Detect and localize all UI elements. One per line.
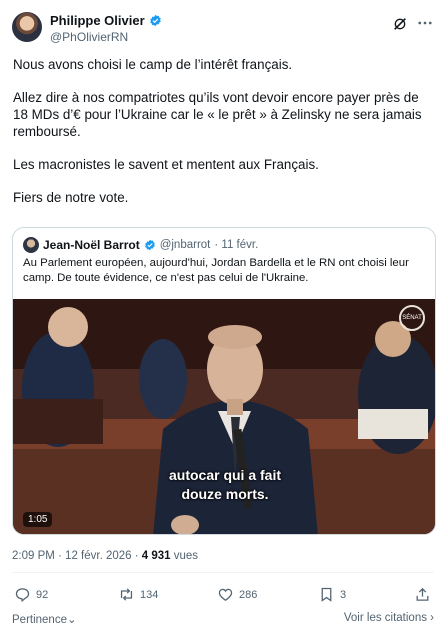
grok-icon[interactable]: [392, 16, 408, 32]
views-count: 4 931: [141, 550, 171, 562]
divider: [12, 572, 434, 573]
quoted-handle: @jnbarrot: [159, 239, 211, 251]
quoted-avatar: [23, 237, 39, 253]
tweet: Philippe Olivier @PhOlivierRN Nous avons…: [0, 0, 446, 637]
repost-count: 134: [140, 588, 159, 601]
repost-button[interactable]: 134: [118, 586, 158, 603]
tweet-paragraph: Fiers de notre vote.: [13, 190, 129, 205]
bookmark-icon: [321, 587, 332, 602]
quoted-tweet[interactable]: Jean-Noël Barrot @jnbarrot · 11 févr. Au…: [12, 227, 436, 535]
quoted-date: · 11 févr.: [214, 239, 259, 251]
more-icon[interactable]: [416, 14, 434, 32]
tweet-meta: 2:09 PM · 12 févr. 2026 · 4 931 vues: [12, 550, 198, 562]
subtitle-line: autocar qui a fait: [168, 467, 282, 483]
reply-icon: [15, 588, 30, 603]
share-icon: [416, 587, 429, 601]
verified-icon: [144, 239, 155, 251]
author-name[interactable]: Philippe Olivier: [50, 13, 145, 28]
senat-logo: SÉNAT: [399, 305, 425, 331]
like-count: 286: [239, 588, 258, 601]
like-button[interactable]: 286: [217, 586, 257, 603]
author-handle[interactable]: @PhOlivierRN: [50, 30, 128, 44]
tweet-paragraph: Les macronistes le savent et mentent aux…: [13, 157, 319, 172]
video-player[interactable]: SÉNAT autocar qui a fait douze morts. 1:…: [13, 299, 435, 534]
video-duration: 1:05: [23, 512, 53, 527]
tweet-paragraph: Nous avons choisi le camp de l’intérêt f…: [13, 57, 293, 72]
bookmark-count: 3: [340, 588, 347, 601]
like-icon: [218, 588, 233, 601]
chevron-down-icon: ⌄: [66, 614, 77, 626]
timestamp[interactable]: 2:09 PM · 12 févr. 2026 ·: [12, 550, 142, 562]
sort-dropdown[interactable]: Pertinence⌄: [12, 612, 77, 626]
views-label: vues: [170, 550, 199, 562]
reply-count: 92: [36, 588, 49, 601]
bookmark-button[interactable]: 3: [318, 586, 346, 603]
view-quotes-link[interactable]: Voir les citations ›: [344, 612, 434, 624]
repost-icon: [120, 588, 133, 601]
tweet-paragraph: Allez dire à nos compatriotes qu’ils von…: [13, 90, 422, 139]
tweet-text: Nous avons choisi le camp de l’intérêt f…: [13, 56, 433, 222]
reply-button[interactable]: 92: [14, 586, 48, 603]
video-subtitle: autocar qui a fait douze morts.: [13, 466, 435, 504]
share-button[interactable]: [414, 586, 431, 603]
quoted-name: Jean-Noël Barrot: [43, 238, 140, 252]
subtitle-line: douze morts.: [181, 486, 269, 502]
avatar[interactable]: [12, 12, 42, 42]
tweet-header: Philippe Olivier @PhOlivierRN: [12, 10, 434, 46]
author-name-row: Philippe Olivier: [50, 13, 162, 28]
quoted-text: Au Parlement européen, aujourd'hui, Jord…: [23, 257, 409, 284]
action-bar: 92 134 286 3: [12, 586, 434, 606]
verified-icon: [149, 14, 161, 27]
sort-label: Pertinence: [12, 614, 67, 626]
quoted-header: Jean-Noël Barrot @jnbarrot · 11 févr.: [23, 237, 258, 253]
